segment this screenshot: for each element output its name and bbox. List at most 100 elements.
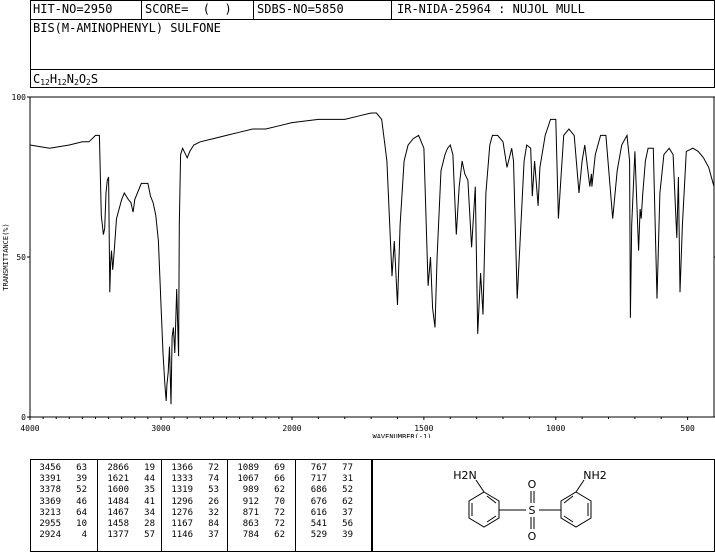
peak-row: 2955 10	[33, 519, 87, 530]
peak-row: 1484 41	[101, 497, 155, 508]
plot-frame	[29, 96, 715, 418]
ir-info: IR-NIDA-25964 : NUJOL MULL	[397, 2, 585, 16]
peak-wavenumber: 2955	[39, 519, 61, 530]
peak-transmittance: 84	[208, 519, 219, 530]
peak-row: 2924 4	[33, 530, 87, 541]
peak-transmittance: 28	[144, 519, 155, 530]
peak-row: 717 31	[299, 474, 353, 485]
peak-wavenumber: 3391	[39, 474, 61, 485]
header-divider	[391, 1, 392, 19]
peak-wavenumber: 1621	[107, 474, 129, 485]
peak-wavenumber: 3456	[39, 463, 61, 473]
peak-column-divider	[295, 460, 296, 551]
peak-wavenumber: 3378	[39, 485, 61, 496]
peak-column: 2866 19 1621 44 1600 35 1484 41 1467 34 1458 28 1377…	[101, 463, 155, 541]
peak-wavenumber: 1467	[107, 507, 129, 518]
peak-transmittance: 44	[144, 474, 155, 485]
peak-row: 1467 34	[101, 508, 155, 519]
x-tick-label: 1500	[414, 424, 433, 433]
oxygen-top-label: O	[528, 478, 537, 491]
peak-transmittance: 46	[76, 496, 87, 507]
peak-wavenumber: 1366	[171, 463, 193, 473]
peak-wavenumber: 3369	[39, 496, 61, 507]
peak-transmittance: 26	[208, 496, 219, 507]
peak-column-divider	[161, 460, 162, 551]
peak-row: 784 62	[231, 530, 285, 541]
spectrum-line	[29, 112, 715, 405]
left-benzene-ring	[468, 491, 500, 528]
peak-row: 871 72	[231, 508, 285, 519]
header-divider	[253, 1, 254, 19]
peak-transmittance: 64	[76, 507, 87, 518]
peak-column-divider	[227, 460, 228, 551]
peak-row: 3391 39	[33, 474, 87, 485]
formula-element: O	[78, 72, 87, 86]
structure-box: S O O H2N NH2	[372, 459, 715, 552]
peak-wavenumber: 1377	[107, 530, 129, 541]
peak-wavenumber: 2924	[39, 530, 61, 541]
peak-row: 2866 19	[101, 463, 155, 474]
peak-row: 3378 52	[33, 485, 87, 496]
peak-row: 541 56	[299, 519, 353, 530]
peak-transmittance: 32	[208, 507, 219, 518]
header-divider	[141, 1, 142, 19]
peak-transmittance: 72	[274, 519, 285, 530]
peak-row: 1319 53	[165, 485, 219, 496]
header-box: HIT-NO=2950 SCORE= ( ) SDBS-NO=5850 IR-N…	[30, 0, 715, 88]
peak-wavenumber: 1296	[171, 496, 193, 507]
peak-row: 1600 35	[101, 485, 155, 496]
peak-row: 989 62	[231, 485, 285, 496]
peak-transmittance: 72	[274, 507, 285, 518]
peak-row: 616 37	[299, 508, 353, 519]
x-tick-label: 4000	[20, 424, 39, 433]
peak-transmittance: 77	[342, 463, 353, 473]
formula-element: S	[90, 72, 99, 86]
y-axis-label: TRANSMITTANCE(%)	[2, 223, 10, 290]
peak-row: 1458 28	[101, 519, 155, 530]
peak-transmittance: 62	[274, 485, 285, 496]
peak-transmittance: 34	[144, 507, 155, 518]
x-tick-label: 2000	[282, 424, 301, 433]
peak-transmittance: 66	[274, 474, 285, 485]
ir-spectrum-chart: 0 50 100 4000 3000 2000 1500 1000 500 WAVENUMBER(…	[2, 93, 715, 438]
peak-transmittance: 39	[342, 530, 353, 541]
oxygen-bottom-label: O	[528, 530, 537, 543]
formula-element: N	[66, 72, 74, 86]
peak-wavenumber: 676	[310, 496, 327, 507]
peak-row: 1377 57	[101, 530, 155, 541]
peak-row: 1621 44	[101, 474, 155, 485]
peak-transmittance: 4	[81, 530, 87, 541]
peak-column: 3456 63 3391 39 3378 52 3369 46 3213 64 2955 10 2924…	[33, 463, 87, 541]
peak-transmittance: 31	[342, 474, 353, 485]
peak-wavenumber: 541	[310, 519, 327, 530]
peak-row: 3369 46	[33, 497, 87, 508]
compound-name: BIS(M-AMINOPHENYL) SULFONE	[33, 21, 221, 35]
peak-wavenumber: 1089	[237, 463, 259, 473]
peak-column: 767 77 717 31 686 52 676 62 616 37 541 56 529 39	[299, 463, 353, 541]
peak-wavenumber: 1067	[237, 474, 259, 485]
peak-wavenumber: 871	[242, 507, 259, 518]
peak-column: 1366 72 1333 74 1319 53 1296 26 1276 32 1167 84 1146…	[165, 463, 219, 541]
peak-wavenumber: 717	[310, 474, 327, 485]
peak-wavenumber: 863	[242, 519, 259, 530]
y-tick-label: 50	[16, 253, 26, 262]
formula-row: C12H12N2O2S	[31, 69, 714, 89]
peak-row: 676 62	[299, 497, 353, 508]
peak-row: 912 70	[231, 497, 285, 508]
peak-transmittance: 69	[274, 463, 285, 473]
peak-wavenumber: 912	[242, 496, 259, 507]
peak-transmittance: 63	[76, 463, 87, 473]
peak-row: 1333 74	[165, 474, 219, 485]
peak-wavenumber: 1600	[107, 485, 129, 496]
peak-wavenumber: 3213	[39, 507, 61, 518]
x-tick-label: 500	[680, 424, 695, 433]
sulfur-label: S	[529, 504, 536, 517]
peak-wavenumber: 1458	[107, 519, 129, 530]
peak-row: 686 52	[299, 485, 353, 496]
peak-transmittance: 62	[342, 496, 353, 507]
peak-wavenumber: 1319	[171, 485, 193, 496]
peak-wavenumber: 784	[242, 530, 259, 541]
peak-row: 1067 66	[231, 474, 285, 485]
peak-transmittance: 10	[76, 519, 87, 530]
peak-wavenumber: 1276	[171, 507, 193, 518]
